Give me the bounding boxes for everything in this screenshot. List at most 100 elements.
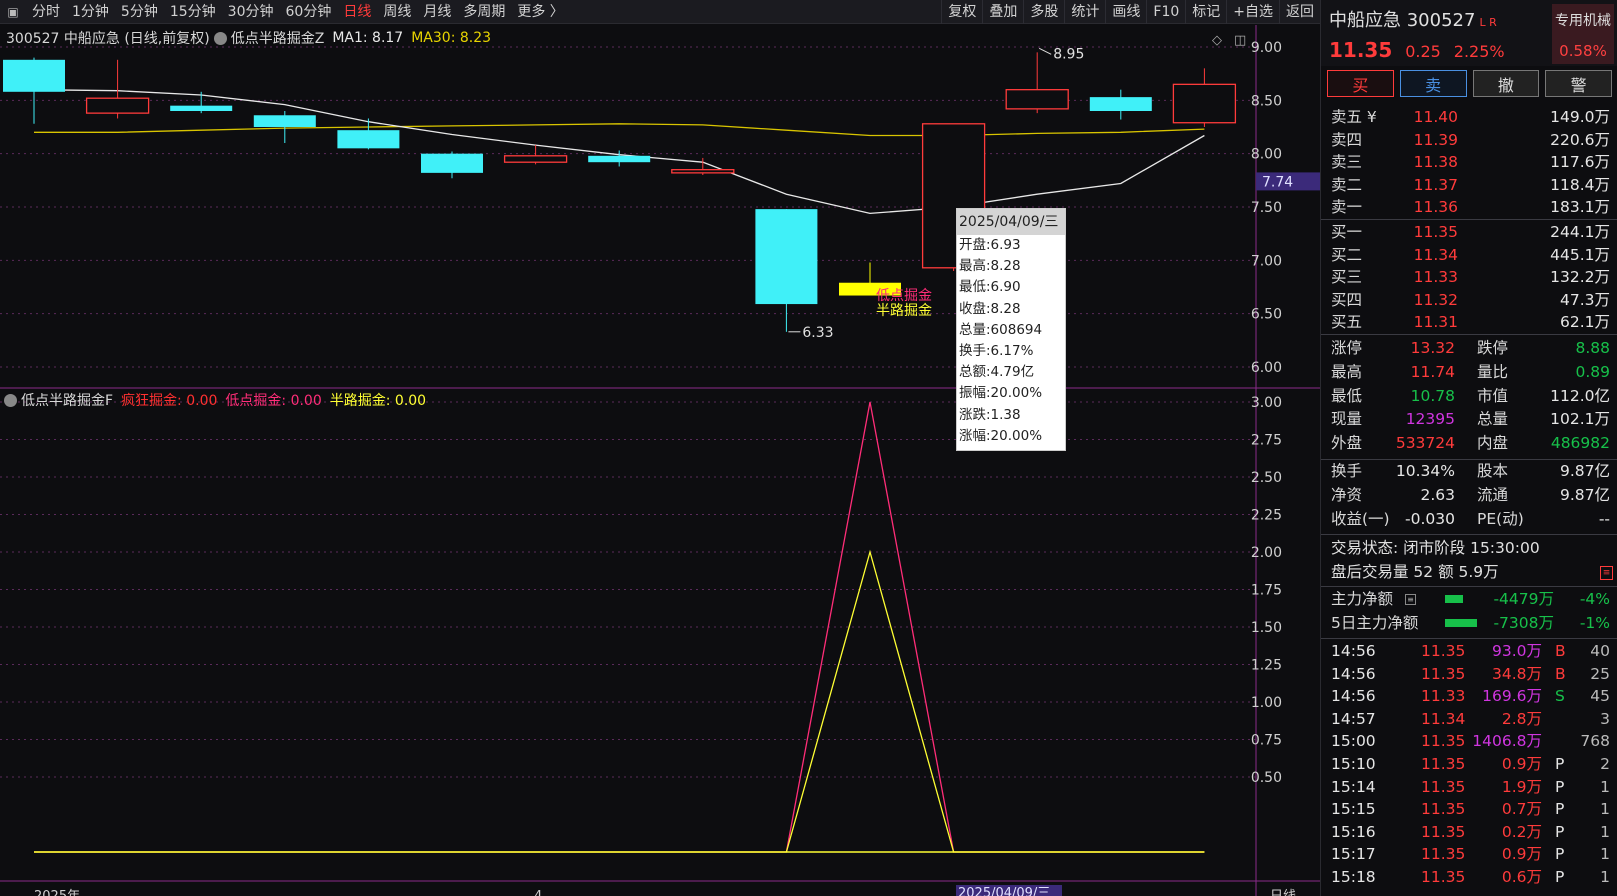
tool-button-2[interactable]: 多股 [1023, 0, 1064, 24]
stat-label: 量比 [1477, 362, 1509, 381]
panel-toggle-icon[interactable]: ▣ [0, 0, 26, 24]
tooltip-row: 总额:4.79亿 [959, 364, 1035, 381]
candle-body [85, 97, 150, 114]
net-flow-value: -4479万 [1493, 590, 1554, 608]
orderbook-row[interactable]: 卖二 11.37 118.4万 [1321, 174, 1617, 196]
net-flow-label: 5日主力净额 [1331, 614, 1419, 632]
tooltip-row: 最低:6.90 [959, 279, 1021, 296]
orderbook-row[interactable]: 卖三 11.38 117.6万 [1321, 151, 1617, 173]
tick-price: 11.33 [1421, 687, 1466, 706]
net-flow-value: -7308万 [1493, 614, 1554, 632]
ma30-line [34, 123, 1205, 137]
sector-label: 专用机械 [1555, 13, 1611, 29]
high-label: 8.95 [1053, 46, 1084, 62]
period-tab-8[interactable]: 月线 [417, 0, 457, 24]
sector-box[interactable]: 专用机械 0.58% [1552, 4, 1614, 64]
info-icon[interactable]: ≡ [1405, 594, 1416, 605]
orderbook-row[interactable]: 买五 11.31 62.1万 [1321, 311, 1617, 333]
indicator-toggle-icon[interactable] [213, 31, 227, 45]
diamond-icon[interactable]: ◇ [1212, 33, 1222, 48]
level-label: 卖三 [1331, 153, 1363, 172]
low-gold-label: 低点掘金: 0.00 [225, 393, 322, 409]
chart-title: 300527 中船应急 (日线,前复权) [6, 31, 210, 47]
level-volume: 149.0万 [1550, 108, 1610, 126]
orderbook-row[interactable]: 买四 11.32 47.3万 [1321, 289, 1617, 311]
level-volume: 132.2万 [1550, 268, 1610, 287]
level-price: 11.37 [1413, 175, 1458, 194]
sub-tick-label: 1.50 [1251, 620, 1282, 636]
stat-label: 市值 [1477, 386, 1509, 405]
level-price: 11.39 [1413, 130, 1458, 149]
tool-button-6[interactable]: 标记 [1185, 0, 1226, 24]
orderbook-row[interactable]: 买一 11.35 244.1万 [1321, 221, 1617, 243]
tool-button-0[interactable]: 复权 [941, 0, 982, 24]
tick-side: S [1555, 687, 1565, 706]
alert-button[interactable]: 警 [1545, 70, 1612, 97]
tool-button-3[interactable]: 统计 [1064, 0, 1105, 24]
stat-label: 总量 [1477, 410, 1509, 429]
sub-tick-label: 1.25 [1251, 658, 1282, 674]
layout-icon[interactable]: ◫ [1234, 33, 1246, 48]
sub-chart-info: 低点半路掘金F 疯狂掘金: 0.00 低点掘金: 0.00 半路掘金: 0.00 [4, 390, 426, 410]
stat-value: 10.34% [1395, 462, 1455, 480]
doc-icon[interactable]: ≡ [1600, 566, 1613, 580]
period-tab-1[interactable]: 1分钟 [66, 0, 115, 24]
orderbook-row[interactable]: 买三 11.33 132.2万 [1321, 266, 1617, 288]
period-tab-7[interactable]: 周线 [377, 0, 417, 24]
tick-time: 14:56 [1331, 664, 1376, 683]
stat-row: 换手 10.34% 股本 9.87亿 [1321, 460, 1617, 483]
tool-button-1[interactable]: 叠加 [982, 0, 1023, 24]
half-gold-label: 半路掘金: 0.00 [329, 393, 427, 409]
level-label: 买三 [1331, 268, 1363, 287]
tooltip-row: 涨幅:20.00% [959, 427, 1043, 444]
period-tab-9[interactable]: 多周期 [457, 0, 511, 24]
tick-side: P [1555, 800, 1565, 819]
stat-label: 外盘 [1331, 434, 1363, 453]
level-volume: 183.1万 [1550, 198, 1610, 217]
tick-price: 11.35 [1421, 642, 1466, 660]
period-tab-5[interactable]: 60分钟 [280, 0, 338, 24]
tick-time: 15:10 [1331, 755, 1376, 773]
period-tab-2[interactable]: 5分钟 [115, 0, 164, 24]
orderbook-row[interactable]: 卖一 11.36 183.1万 [1321, 196, 1617, 218]
tool-button-8[interactable]: 返回 [1279, 0, 1320, 24]
period-tab-6[interactable]: 日线 [337, 0, 377, 24]
tick-price: 11.35 [1421, 822, 1466, 841]
candle-body [588, 155, 651, 163]
tooltip-row: 最高:8.28 [959, 258, 1021, 275]
sub-tick-label: 2.25 [1251, 508, 1282, 524]
orderbook-row[interactable]: 卖四 11.39 220.6万 [1321, 129, 1617, 151]
ma30-label: MA30: 8.23 [411, 30, 492, 46]
tick-volume: 1.9万 [1501, 777, 1542, 796]
level-label: 卖二 [1331, 175, 1363, 194]
tool-button-7[interactable]: +自选 [1226, 0, 1279, 24]
kline-chart[interactable]: 9.00 8.50 8.00 7.50 7.00 6.50 6.00 7.74 3.00 2.75… [0, 25, 1320, 896]
sell-button[interactable]: 卖 [1399, 70, 1467, 97]
tick-volume: 169.6万 [1482, 687, 1542, 706]
orderbook-row[interactable]: 卖五 ¥ 11.40 149.0万 [1321, 106, 1617, 128]
net-flow-row[interactable]: 主力净额 ≡ -4479万 -4% [1321, 588, 1617, 610]
stat-value: 0.89 [1575, 362, 1610, 381]
period-tab-3[interactable]: 15分钟 [164, 0, 222, 24]
sub-tick-label: 2.00 [1251, 545, 1282, 561]
indicator-toggle-icon[interactable] [4, 393, 17, 407]
price-tick-label: 8.00 [1251, 147, 1282, 163]
candle-body [671, 169, 735, 174]
tick-volume: 0.9万 [1501, 845, 1542, 864]
tick-time: 15:18 [1331, 868, 1376, 886]
lr-badge: L R [1479, 16, 1497, 29]
main-indicator-name: 低点半路掘金Z [230, 31, 325, 47]
period-label: 日线 [1270, 889, 1296, 896]
sub-tick-label: 2.50 [1251, 470, 1282, 486]
period-tab-0[interactable]: 分时 [26, 0, 66, 24]
orderbook-row[interactable]: 买二 11.34 445.1万 [1321, 244, 1617, 266]
tool-button-5[interactable]: F10 [1146, 0, 1185, 24]
tick-row: 15:15 11.35 0.7万 P 1 [1321, 798, 1617, 820]
net-flow-row[interactable]: 5日主力净额 -7308万 -1% [1321, 612, 1617, 634]
period-tab-10[interactable]: 更多 〉 [511, 0, 569, 24]
period-tab-4[interactable]: 30分钟 [222, 0, 280, 24]
buy-button[interactable]: 买 [1327, 70, 1394, 97]
tool-button-4[interactable]: 画线 [1105, 0, 1146, 24]
candle-body [1089, 97, 1152, 111]
cancel-order-button[interactable]: 撤 [1472, 70, 1540, 97]
